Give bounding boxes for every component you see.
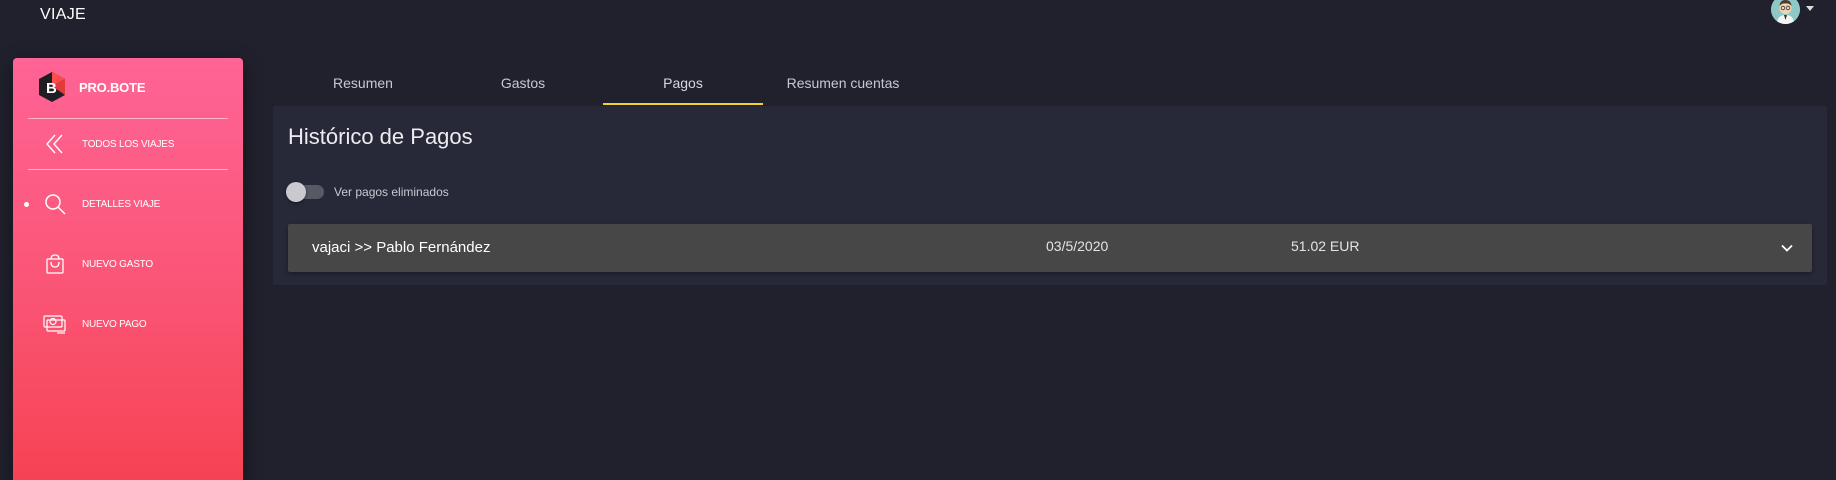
sidebar-item-nuevo-gasto[interactable]: NUEVO GASTO xyxy=(13,242,243,286)
user-menu[interactable] xyxy=(1771,0,1814,24)
double-chevron-left-icon xyxy=(41,130,69,158)
toggle-knob xyxy=(286,182,306,202)
sidebar-item-label: TODOS LOS VIAJES xyxy=(82,138,175,150)
sidebar-item-label: NUEVO PAGO xyxy=(82,318,147,330)
sidebar-item-label: NUEVO GASTO xyxy=(82,258,153,270)
tab-gastos[interactable]: Gastos xyxy=(443,60,603,105)
payments-panel: Histórico de Pagos Ver pagos eliminados … xyxy=(273,106,1827,285)
money-icon xyxy=(41,310,69,338)
chevron-down-icon[interactable] xyxy=(1806,5,1814,11)
page-title: Histórico de Pagos xyxy=(288,124,473,149)
show-deleted-payments-toggle[interactable]: Ver pagos eliminados xyxy=(286,182,449,202)
brand[interactable]: B PRO.BOTE xyxy=(35,70,145,104)
sidebar-item-nuevo-pago[interactable]: NUEVO PAGO xyxy=(13,302,243,346)
avatar-icon[interactable] xyxy=(1771,0,1800,24)
sidebar: B PRO.BOTE TODOS LOS VIAJES DETALLES VIA… xyxy=(13,58,243,480)
divider xyxy=(28,118,228,119)
toggle-switch[interactable] xyxy=(286,182,324,202)
toggle-label: Ver pagos eliminados xyxy=(334,185,449,199)
payment-date: 03/5/2020 xyxy=(1046,238,1109,254)
sidebar-item-label: DETALLES VIAJE xyxy=(82,198,161,210)
payment-parties: vajaci >> Pablo Fernández xyxy=(312,239,491,256)
top-bar: VIAJE xyxy=(0,0,1836,34)
active-indicator xyxy=(24,201,29,207)
chevron-down-icon[interactable] xyxy=(1780,241,1794,255)
tab-bar: Resumen Gastos Pagos Resumen cuentas xyxy=(283,60,923,105)
tab-pagos[interactable]: Pagos xyxy=(603,60,763,105)
brand-name: PRO.BOTE xyxy=(79,79,146,95)
svg-text:B: B xyxy=(46,80,57,97)
sidebar-item-todos-los-viajes[interactable]: TODOS LOS VIAJES xyxy=(13,122,243,166)
payment-row[interactable]: vajaci >> Pablo Fernández 03/5/2020 51.0… xyxy=(288,224,1812,272)
app-title: VIAJE xyxy=(40,6,86,23)
tab-resumen[interactable]: Resumen xyxy=(283,60,443,105)
shopping-bag-icon xyxy=(41,250,69,278)
brand-logo-icon: B xyxy=(35,70,69,104)
search-icon xyxy=(41,190,69,218)
tab-resumen-cuentas[interactable]: Resumen cuentas xyxy=(763,60,923,105)
payment-amount: 51.02 EUR xyxy=(1291,238,1360,254)
divider xyxy=(28,169,228,170)
sidebar-item-detalles-viaje[interactable]: DETALLES VIAJE xyxy=(13,182,243,226)
